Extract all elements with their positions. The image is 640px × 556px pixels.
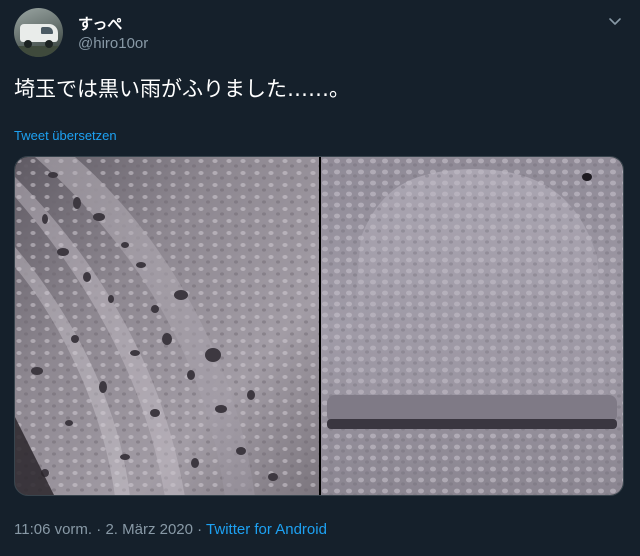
tweet-time[interactable]: 11:06 vorm. bbox=[14, 521, 92, 538]
tweet-meta: 11:06 vorm. · 2. März 2020 · Twitter for… bbox=[14, 521, 327, 538]
avatar-wheel bbox=[24, 40, 32, 48]
tweet-source-link[interactable]: Twitter for Android bbox=[206, 521, 327, 538]
avatar-wheel bbox=[45, 40, 53, 48]
user-handle[interactable]: @hiro10or bbox=[78, 35, 148, 52]
tweet-date[interactable]: 2. März 2020 bbox=[105, 521, 193, 538]
chevron-down-icon[interactable] bbox=[606, 12, 624, 30]
meta-separator: · bbox=[192, 521, 207, 538]
photo-car-hood[interactable] bbox=[321, 157, 623, 495]
media-grid bbox=[14, 156, 624, 496]
meta-separator: · bbox=[92, 521, 106, 538]
avatar-van-window bbox=[41, 27, 53, 34]
translate-link[interactable]: Tweet übersetzen bbox=[14, 128, 117, 143]
photo-car-door[interactable] bbox=[15, 157, 319, 495]
avatar-ground bbox=[14, 46, 63, 57]
tweet-text: 埼玉では黒い雨がふりました……。 bbox=[14, 77, 350, 101]
display-name[interactable]: すっぺ bbox=[78, 13, 122, 34]
tweet: すっぺ @hiro10or 埼玉では黒い雨がふりました……。 Tweet übe… bbox=[0, 0, 640, 556]
avatar[interactable] bbox=[14, 8, 63, 57]
